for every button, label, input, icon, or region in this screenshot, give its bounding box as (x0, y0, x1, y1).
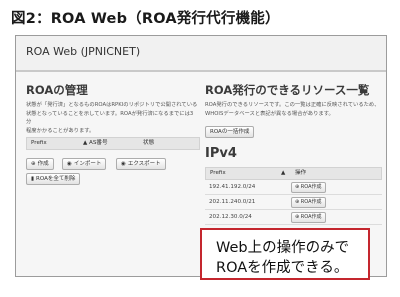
desc-line: 状態となっていることを示しています。ROAが発行済になるまでには3分 (26, 110, 194, 126)
bulk-create-button[interactable]: ROAの一括作成 (205, 126, 255, 138)
export-button-label: エクスポート (127, 161, 161, 167)
create-button-label: 作成 (37, 161, 49, 167)
create-roa-label: ROA作成 (300, 214, 322, 220)
delete-all-button-label: ROAを全て削除 (36, 176, 76, 182)
desc-line: ROA発行のできるリソースです。この一覧は正確に反映されているため、 (205, 102, 380, 108)
resource-list-description: ROA発行のできるリソースです。この一覧は正確に反映されているため、 WHOIS… (205, 101, 383, 118)
desc-line: 程度かかることがあります。 (26, 127, 95, 134)
plus-circle-icon: ⊕ (295, 184, 300, 190)
import-icon: ◉ (67, 161, 72, 167)
sort-icon[interactable]: ▲ (83, 138, 87, 149)
delete-all-button[interactable]: ▮ ROAを全て削除 (26, 173, 81, 185)
roa-table-header: Prefix ▲ AS番号 状態 (26, 137, 200, 150)
callout-line-2: ROAを作成できる。 (216, 260, 349, 276)
table-row: 202.12.30.0/24 ⊕ ROA作成 (205, 210, 382, 225)
create-roa-button[interactable]: ⊕ ROA作成 (291, 212, 326, 223)
row-prefix: 192.41.192.0/24 (209, 184, 256, 190)
create-roa-label: ROA作成 (300, 199, 322, 205)
create-roa-button[interactable]: ⊕ ROA作成 (291, 182, 326, 193)
roa-management-description: 状態が「発行済」となるものROAはRPKIのリポジトリで公開されている 状態とな… (26, 101, 198, 135)
table-row: 202.11.240.0/21 ⊕ ROA作成 (205, 195, 382, 210)
create-roa-label: ROA作成 (300, 184, 322, 190)
export-icon: ◉ (121, 161, 126, 167)
resource-list-heading: ROA発行のできるリソース一覧 (205, 83, 370, 97)
resource-table-header: Prefix ▲ 操作 (205, 167, 382, 180)
row-prefix: 202.12.30.0/24 (209, 214, 252, 220)
col-action: 操作 (295, 170, 307, 176)
trash-icon: ▮ (31, 176, 35, 182)
create-button[interactable]: ⊕ 作成 (26, 158, 54, 170)
desc-line: WHOISデータベースと表記が異なる場合があります。 (205, 110, 334, 117)
plus-circle-icon: ⊕ (31, 161, 36, 167)
export-button[interactable]: ◉ エクスポート (116, 158, 166, 170)
row-prefix: 202.11.240.0/21 (209, 199, 256, 205)
roa-management-heading: ROAの管理 (26, 83, 88, 97)
table-row: 192.41.192.0/24 ⊕ ROA作成 (205, 180, 382, 195)
desc-line: 状態が「発行済」となるものROAはRPKIのリポジトリで公開されている (26, 102, 198, 108)
sort-icon[interactable]: ▲ (281, 168, 285, 179)
import-button-label: インポート (73, 161, 102, 167)
plus-circle-icon: ⊕ (295, 199, 300, 205)
col-prefix[interactable]: Prefix (210, 168, 226, 179)
callout-box: Web上の操作のみで ROAを作成できる。 (200, 228, 370, 280)
app-header: ROA Web (JPNICNET) (16, 36, 386, 72)
plus-circle-icon: ⊕ (295, 214, 300, 220)
app-title: ROA Web (JPNICNET) (26, 45, 141, 58)
col-prefix[interactable]: Prefix (31, 138, 47, 149)
ipv4-heading: IPv4 (205, 146, 237, 161)
figure-title: 図2：ROA Web（ROA発行代行機能） (11, 11, 280, 27)
import-button[interactable]: ◉ インポート (62, 158, 107, 170)
callout-line-1: Web上の操作のみで (216, 240, 350, 256)
create-roa-button[interactable]: ⊕ ROA作成 (291, 197, 326, 208)
col-as-number[interactable]: AS番号 (89, 138, 108, 149)
col-status[interactable]: 状態 (143, 138, 154, 149)
